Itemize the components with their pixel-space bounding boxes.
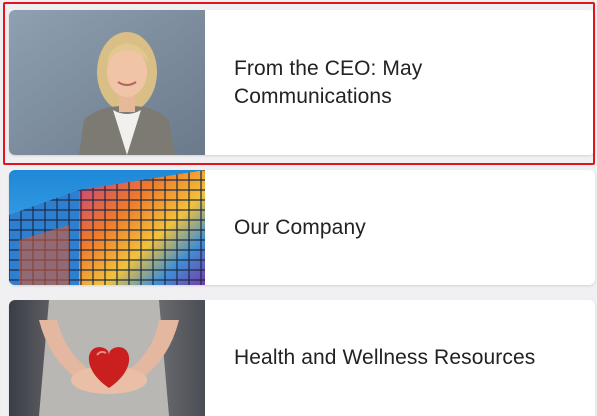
card-title: From the CEO: May Communications: [234, 56, 423, 108]
card-health-wellness[interactable]: Health and Wellness Resources: [9, 300, 595, 416]
ceo-portrait-image: [9, 10, 205, 155]
card-title: Our Company: [234, 215, 366, 239]
card-our-company[interactable]: Our Company: [9, 170, 595, 285]
card-title: Health and Wellness Resources: [234, 346, 536, 369]
heart-in-hands-image: [9, 300, 205, 416]
card-ceo-communications[interactable]: From the CEO: May Communications: [9, 10, 595, 155]
glass-building-image: [9, 170, 205, 285]
